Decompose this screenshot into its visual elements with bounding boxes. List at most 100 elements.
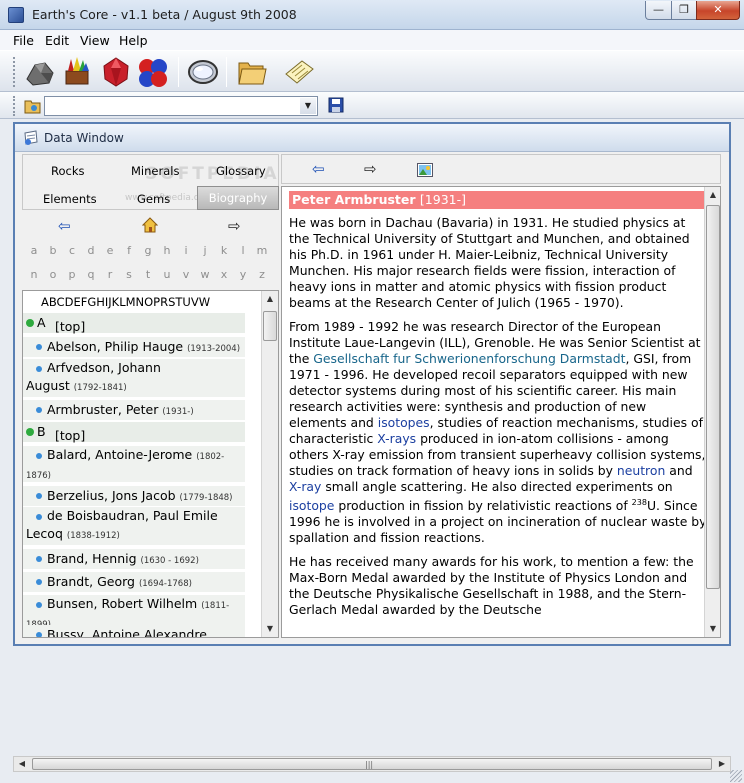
horizontal-scrollbar[interactable]: ◀ ||| ▶ bbox=[13, 756, 731, 772]
letter-s[interactable]: s bbox=[120, 268, 138, 281]
toolbar-grip[interactable] bbox=[13, 57, 16, 87]
elements-tool-icon[interactable] bbox=[136, 55, 170, 89]
letter-g[interactable]: g bbox=[139, 244, 157, 257]
toolbar-grip[interactable] bbox=[13, 96, 16, 116]
maximize-button[interactable]: ❐ bbox=[671, 1, 697, 20]
chevron-down-icon[interactable]: ▼ bbox=[300, 98, 316, 114]
list-item[interactable]: Armbruster, Peter (1931-) bbox=[23, 400, 245, 420]
folder-link-icon[interactable] bbox=[24, 97, 42, 115]
magnifier-icon[interactable] bbox=[186, 55, 220, 89]
index-header[interactable]: ABCDEFGHIJKLMNOPRSTUVW bbox=[41, 295, 210, 309]
top-link[interactable]: [top] bbox=[55, 428, 85, 443]
list-item[interactable]: de Boisbaudran, Paul Emile Lecoq (1838-1… bbox=[23, 507, 245, 545]
letter-d[interactable]: d bbox=[82, 244, 100, 257]
letter-x[interactable]: x bbox=[215, 268, 233, 281]
letter-f[interactable]: f bbox=[120, 244, 138, 257]
letter-c[interactable]: c bbox=[63, 244, 81, 257]
list-item[interactable]: Brand, Hennig (1630 - 1692) bbox=[23, 549, 245, 569]
list-item[interactable]: Brandt, Georg (1694-1768) bbox=[23, 572, 245, 592]
letter-p[interactable]: p bbox=[63, 268, 81, 281]
letter-q[interactable]: q bbox=[82, 268, 100, 281]
resize-grip-icon[interactable] bbox=[730, 770, 742, 782]
scroll-right-icon[interactable]: ▶ bbox=[714, 757, 730, 771]
back-arrow-icon[interactable]: ⇦ bbox=[312, 160, 325, 178]
letter-r[interactable]: r bbox=[101, 268, 119, 281]
letter-k[interactable]: k bbox=[215, 244, 233, 257]
letter-o[interactable]: o bbox=[44, 268, 62, 281]
neutron-link[interactable]: neutron bbox=[617, 463, 665, 478]
back-arrow-icon[interactable]: ⇦ bbox=[58, 217, 71, 235]
tab-biography[interactable]: Biography bbox=[197, 186, 279, 210]
list-scrollbar[interactable]: ▲ ▼ bbox=[261, 291, 278, 637]
document-scrollbar[interactable]: ▲ ▼ bbox=[704, 187, 720, 637]
picture-icon[interactable] bbox=[417, 162, 433, 181]
letter-z[interactable]: z bbox=[253, 268, 271, 281]
tab-minerals[interactable]: Minerals bbox=[131, 164, 179, 178]
tab-glossary[interactable]: Glossary bbox=[216, 164, 266, 178]
person-name: Balard, Antoine-Jerome bbox=[47, 447, 193, 462]
notes-icon[interactable] bbox=[282, 55, 316, 89]
rocks-tool-icon[interactable] bbox=[23, 55, 57, 89]
save-icon[interactable] bbox=[328, 97, 344, 113]
close-button[interactable]: ✕ bbox=[696, 1, 740, 20]
open-folder-icon[interactable] bbox=[234, 55, 268, 89]
letter-e[interactable]: e bbox=[101, 244, 119, 257]
forward-arrow-icon[interactable]: ⇨ bbox=[364, 160, 377, 178]
list-item[interactable]: Balard, Antoine-Jerome (1802- 1876) bbox=[23, 446, 245, 482]
menu-edit[interactable]: Edit bbox=[45, 33, 69, 48]
scroll-thumb[interactable] bbox=[263, 311, 277, 341]
x-ray-link[interactable]: X-ray bbox=[289, 479, 321, 494]
scroll-down-icon[interactable]: ▼ bbox=[705, 621, 720, 637]
gsi-link[interactable]: Gesellschaft fur Schwerionenforschung Da… bbox=[313, 351, 625, 366]
person-name: Bussy, Antoine Alexandre bbox=[47, 627, 207, 638]
letter-h[interactable]: h bbox=[158, 244, 176, 257]
letter-j[interactable]: j bbox=[196, 244, 214, 257]
tab-gems[interactable]: Gems bbox=[137, 192, 170, 206]
minimize-button[interactable]: — bbox=[645, 1, 672, 20]
scroll-up-icon[interactable]: ▲ bbox=[262, 291, 278, 307]
menu-file[interactable]: File bbox=[13, 33, 34, 48]
scroll-up-icon[interactable]: ▲ bbox=[705, 187, 720, 203]
scroll-down-icon[interactable]: ▼ bbox=[262, 621, 278, 637]
group-letter: A bbox=[37, 315, 46, 330]
letter-w[interactable]: w bbox=[196, 268, 214, 281]
letter-l[interactable]: l bbox=[234, 244, 252, 257]
top-link[interactable]: [top] bbox=[55, 319, 85, 334]
location-combo[interactable]: ▼ bbox=[44, 96, 318, 116]
menu-bar: File Edit View Help bbox=[0, 30, 744, 50]
minerals-tool-icon[interactable] bbox=[60, 55, 94, 89]
person-name-cont: August bbox=[26, 378, 70, 393]
letter-a[interactable]: a bbox=[25, 244, 43, 257]
list-item[interactable]: Berzelius, Jons Jacob (1779-1848) bbox=[23, 486, 245, 506]
x-rays-link[interactable]: X-rays bbox=[377, 431, 416, 446]
isotope-link[interactable]: isotope bbox=[289, 498, 334, 513]
horizontal-scroll-thumb[interactable]: ||| bbox=[32, 758, 712, 770]
letter-u[interactable]: u bbox=[158, 268, 176, 281]
home-icon[interactable] bbox=[141, 217, 159, 237]
forward-arrow-icon[interactable]: ⇨ bbox=[228, 217, 241, 235]
biography-paragraph-1: He was born in Dachau (Bavaria) in 1931.… bbox=[289, 215, 690, 310]
person-name-cont: Lecoq bbox=[26, 526, 63, 541]
group-header-b: B [top] bbox=[23, 422, 245, 443]
list-item[interactable]: Arfvedson, Johann August (1792-1841) bbox=[23, 359, 245, 397]
gem-tool-icon[interactable] bbox=[99, 55, 133, 89]
scroll-left-icon[interactable]: ◀ bbox=[14, 757, 30, 771]
person-name: Brandt, Georg bbox=[47, 574, 135, 589]
isotopes-link[interactable]: isotopes bbox=[378, 415, 430, 430]
person-years: (1913-2004) bbox=[187, 344, 241, 354]
person-years: (1838-1912) bbox=[66, 531, 120, 541]
tab-rocks[interactable]: Rocks bbox=[51, 164, 84, 178]
menu-view[interactable]: View bbox=[80, 33, 110, 48]
letter-t[interactable]: t bbox=[139, 268, 157, 281]
list-item[interactable]: Abelson, Philip Hauge (1913-2004) bbox=[23, 337, 245, 357]
letter-i[interactable]: i bbox=[177, 244, 195, 257]
menu-help[interactable]: Help bbox=[119, 33, 148, 48]
letter-b[interactable]: b bbox=[44, 244, 62, 257]
letter-y[interactable]: y bbox=[234, 268, 252, 281]
tab-elements[interactable]: Elements bbox=[43, 192, 97, 206]
letter-m[interactable]: m bbox=[253, 244, 271, 257]
scroll-thumb[interactable] bbox=[706, 205, 720, 589]
list-item[interactable]: Bussy, Antoine Alexandre bbox=[23, 625, 245, 638]
letter-n[interactable]: n bbox=[25, 268, 43, 281]
letter-v[interactable]: v bbox=[177, 268, 195, 281]
